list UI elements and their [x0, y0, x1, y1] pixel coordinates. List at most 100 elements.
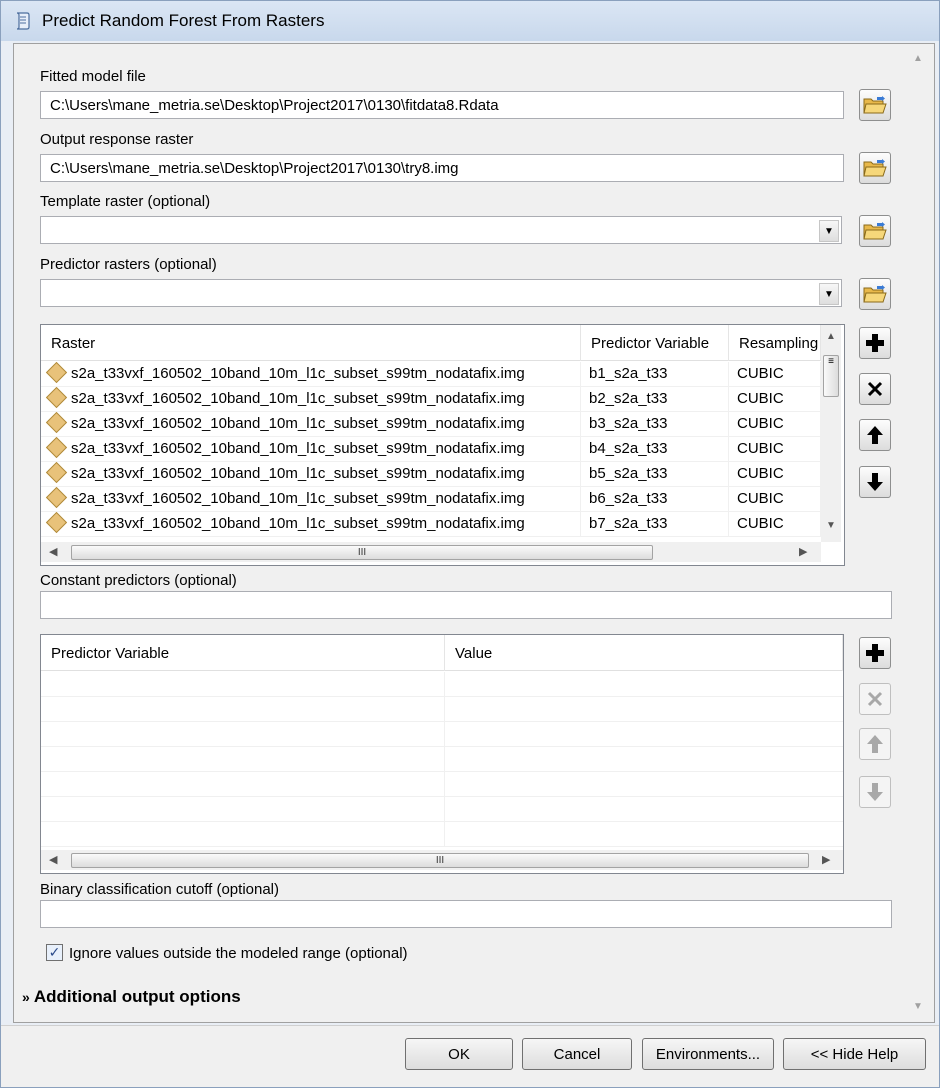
column-header-resampling[interactable]: Resampling [729, 325, 821, 361]
delete-x-icon [867, 381, 883, 397]
table-row[interactable]: s2a_t33vxf_160502_10band_10m_l1c_subset_… [41, 512, 821, 537]
table-row[interactable]: s2a_t33vxf_160502_10band_10m_l1c_subset_… [41, 487, 821, 512]
ok-button[interactable]: OK [405, 1038, 513, 1070]
arrow-up-icon [867, 426, 883, 444]
scroll-down-arrow-icon[interactable]: ▼ [913, 1001, 923, 1012]
table-row[interactable] [41, 672, 843, 697]
table-row[interactable] [41, 797, 843, 822]
raster-cell[interactable]: s2a_t33vxf_160502_10band_10m_l1c_subset_… [41, 487, 581, 512]
raster-table-hscrollbar[interactable]: ◀ III ▶ [41, 542, 821, 562]
template-raster-combo[interactable]: ▼ [40, 216, 842, 244]
move-raster-down-button[interactable] [859, 466, 891, 498]
resampling-cell[interactable]: CUBIC [729, 412, 821, 437]
add-constant-row-button[interactable] [859, 637, 891, 669]
move-constant-down-button[interactable] [859, 776, 891, 808]
template-raster-browse-button[interactable] [859, 215, 891, 247]
empty-cell[interactable] [41, 722, 445, 747]
table-row[interactable] [41, 772, 843, 797]
ignore-outside-range-checkbox[interactable]: ✓ [46, 944, 63, 961]
resampling-cell[interactable]: CUBIC [729, 362, 821, 387]
table-row[interactable] [41, 747, 843, 772]
constant-predictors-input[interactable] [40, 591, 892, 619]
resampling-cell[interactable]: CUBIC [729, 487, 821, 512]
variable-cell[interactable]: b1_s2a_t33 [581, 362, 729, 387]
predictor-rasters-browse-button[interactable] [859, 278, 891, 310]
delete-raster-row-button[interactable] [859, 373, 891, 405]
scroll-down-arrow-icon[interactable]: ▼ [826, 520, 836, 531]
raster-cell[interactable]: s2a_t33vxf_160502_10band_10m_l1c_subset_… [41, 412, 581, 437]
table-row[interactable]: s2a_t33vxf_160502_10band_10m_l1c_subset_… [41, 412, 821, 437]
environments-button[interactable]: Environments... [642, 1038, 774, 1070]
raster-cell[interactable]: s2a_t33vxf_160502_10band_10m_l1c_subset_… [41, 462, 581, 487]
table-row[interactable]: s2a_t33vxf_160502_10band_10m_l1c_subset_… [41, 462, 821, 487]
scroll-up-arrow-icon[interactable]: ▲ [913, 53, 923, 64]
variable-cell[interactable]: b7_s2a_t33 [581, 512, 729, 537]
table-row[interactable]: s2a_t33vxf_160502_10band_10m_l1c_subset_… [41, 437, 821, 462]
empty-cell[interactable] [41, 697, 445, 722]
move-raster-up-button[interactable] [859, 419, 891, 451]
double-chevron-down-icon: » [22, 989, 30, 1005]
constant-predictors-label: Constant predictors (optional) [40, 572, 237, 589]
predictor-rasters-combo[interactable]: ▼ [40, 279, 842, 307]
variable-cell[interactable]: b5_s2a_t33 [581, 462, 729, 487]
table-row[interactable]: s2a_t33vxf_160502_10band_10m_l1c_subset_… [41, 387, 821, 412]
variable-cell[interactable]: b4_s2a_t33 [581, 437, 729, 462]
section-label: Additional output options [33, 987, 241, 1006]
column-header-value[interactable]: Value [445, 635, 843, 671]
window-title: Predict Random Forest From Rasters [42, 11, 325, 30]
fitted-model-browse-button[interactable] [859, 89, 891, 121]
constant-predictors-table[interactable]: Predictor Variable Value ◀ III ▶ [40, 634, 844, 874]
hide-help-button[interactable]: << Hide Help [783, 1038, 926, 1070]
column-header-predictor-variable[interactable]: Predictor Variable [581, 325, 729, 361]
resampling-cell[interactable]: CUBIC [729, 437, 821, 462]
empty-cell[interactable] [41, 747, 445, 772]
table-row[interactable] [41, 722, 843, 747]
dropdown-arrow-icon[interactable]: ▼ [819, 283, 839, 305]
move-constant-up-button[interactable] [859, 728, 891, 760]
scroll-right-arrow-icon[interactable]: ▶ [822, 853, 830, 866]
raster-cell[interactable]: s2a_t33vxf_160502_10band_10m_l1c_subset_… [41, 362, 581, 387]
output-raster-browse-button[interactable] [859, 152, 891, 184]
add-raster-row-button[interactable] [859, 327, 891, 359]
empty-cell[interactable] [41, 797, 445, 822]
table-row[interactable] [41, 822, 843, 847]
column-header-raster[interactable]: Raster [41, 325, 581, 361]
raster-cell[interactable]: s2a_t33vxf_160502_10band_10m_l1c_subset_… [41, 437, 581, 462]
folder-open-icon [863, 222, 887, 240]
raster-table-vscrollbar[interactable]: ▲ ≡ ▼ [821, 325, 841, 542]
raster-name: s2a_t33vxf_160502_10band_10m_l1c_subset_… [71, 365, 525, 382]
column-header-predictor-variable[interactable]: Predictor Variable [41, 635, 445, 671]
delete-constant-row-button[interactable] [859, 683, 891, 715]
scroll-left-arrow-icon[interactable]: ◀ [49, 545, 57, 558]
predictor-rasters-table[interactable]: Raster Predictor Variable Resampling s2a… [40, 324, 845, 566]
table-row[interactable]: s2a_t33vxf_160502_10band_10m_l1c_subset_… [41, 362, 821, 387]
raster-cell[interactable]: s2a_t33vxf_160502_10band_10m_l1c_subset_… [41, 387, 581, 412]
panel-scrollbar[interactable]: ▲ ▼ [907, 47, 929, 1021]
raster-cell[interactable]: s2a_t33vxf_160502_10band_10m_l1c_subset_… [41, 512, 581, 537]
ignore-outside-range-label[interactable]: Ignore values outside the modeled range … [69, 945, 408, 962]
table-row[interactable] [41, 697, 843, 722]
fitted-model-input[interactable]: C:\Users\mane_metria.se\Desktop\Project2… [40, 91, 844, 119]
constant-table-hscrollbar[interactable]: ◀ III ▶ [41, 850, 843, 870]
variable-cell[interactable]: b3_s2a_t33 [581, 412, 729, 437]
output-raster-input[interactable]: C:\Users\mane_metria.se\Desktop\Project2… [40, 154, 844, 182]
binary-cutoff-input[interactable] [40, 900, 892, 928]
dropdown-arrow-icon[interactable]: ▼ [819, 220, 839, 242]
cancel-button[interactable]: Cancel [522, 1038, 632, 1070]
scroll-left-arrow-icon[interactable]: ◀ [49, 853, 57, 866]
resampling-cell[interactable]: CUBIC [729, 462, 821, 487]
scroll-thumb[interactable]: III [71, 545, 653, 560]
resampling-cell[interactable]: CUBIC [729, 387, 821, 412]
scroll-thumb[interactable]: III [71, 853, 809, 868]
predictor-rasters-label: Predictor rasters (optional) [40, 256, 217, 273]
variable-cell[interactable]: b6_s2a_t33 [581, 487, 729, 512]
resampling-cell[interactable]: CUBIC [729, 512, 821, 537]
variable-cell[interactable]: b2_s2a_t33 [581, 387, 729, 412]
scroll-right-arrow-icon[interactable]: ▶ [799, 545, 807, 558]
empty-cell[interactable] [41, 772, 445, 797]
additional-output-options-toggle[interactable]: » Additional output options [22, 987, 241, 1007]
empty-cell[interactable] [41, 822, 445, 847]
scroll-up-arrow-icon[interactable]: ▲ [826, 331, 836, 342]
empty-cell[interactable] [41, 672, 445, 697]
scroll-thumb[interactable]: ≡ [823, 355, 839, 397]
